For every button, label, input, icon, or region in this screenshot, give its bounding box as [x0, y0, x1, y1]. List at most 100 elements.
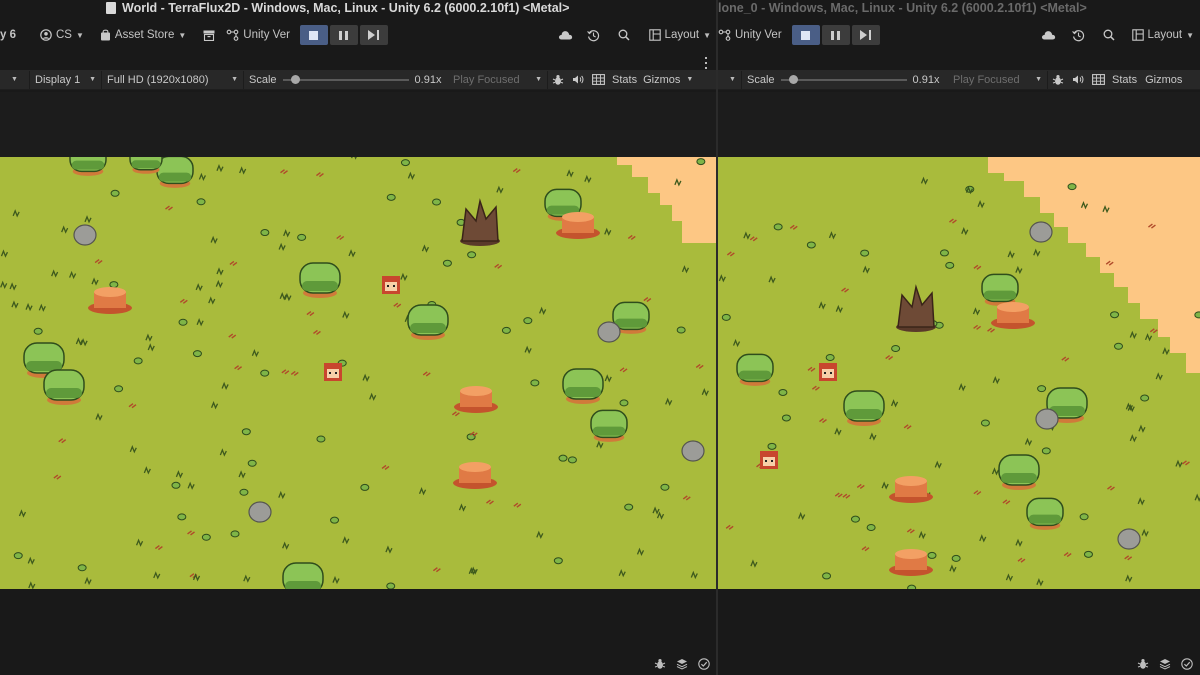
tree-sprite: [69, 157, 107, 176]
check-circle-icon[interactable]: [1180, 657, 1194, 671]
document-icon: [106, 2, 116, 14]
bug-toggle[interactable]: [1048, 71, 1068, 89]
stats-button[interactable]: Stats: [1108, 74, 1141, 86]
scale-slider-knob[interactable]: [291, 74, 301, 84]
play-mode-label: Play Focused: [453, 73, 520, 86]
cloud-button[interactable]: [1038, 25, 1060, 45]
rock-sprite: [1035, 408, 1059, 430]
package-manager-button[interactable]: [198, 25, 220, 45]
tree-sprite: [981, 273, 1019, 306]
tree-sprite: [590, 409, 628, 442]
game-scene[interactable]: [718, 157, 1200, 589]
stack-icon[interactable]: [1158, 657, 1172, 671]
rock-sprite: [73, 224, 97, 246]
history-button[interactable]: [1068, 25, 1090, 45]
account-dropdown[interactable]: CS ▼: [34, 24, 90, 46]
game-view[interactable]: [0, 92, 717, 589]
step-button[interactable]: [851, 25, 880, 45]
more-icon[interactable]: [703, 57, 709, 69]
version-control-dropdown[interactable]: Unity Ver: [220, 24, 296, 46]
tree-sprite: [43, 369, 85, 405]
editor-window-main: World - TerraFlux2D - Windows, Mac, Linu…: [0, 0, 717, 675]
scale-label: Scale: [249, 73, 277, 86]
step-button[interactable]: [359, 25, 388, 45]
player-sprite: [382, 276, 400, 294]
audio-toggle[interactable]: [1068, 71, 1088, 89]
bug-toggle[interactable]: [548, 71, 568, 89]
asset-store-label: Asset Store: [114, 29, 175, 41]
grid-toggle[interactable]: [588, 71, 608, 89]
scene-canvas: [0, 157, 717, 589]
search-button[interactable]: [613, 25, 635, 45]
chevron-down-icon: ▼: [75, 30, 84, 40]
gizmos-button[interactable]: Gizmos: [1141, 74, 1186, 86]
bug-icon[interactable]: [653, 657, 667, 671]
play-mode-dropdown[interactable]: Play Focused ▼: [448, 70, 548, 89]
game-scene[interactable]: [0, 157, 717, 589]
scale-slider[interactable]: [780, 74, 907, 84]
resolution-dropdown[interactable]: Full HD (1920x1080) ▼: [102, 70, 244, 89]
stats-button[interactable]: Stats: [608, 74, 641, 86]
history-icon: [1072, 29, 1085, 41]
bug-icon: [1052, 74, 1064, 85]
scale-slider-knob[interactable]: [789, 74, 799, 84]
window-title: lone_0 - Windows, Mac, Linux - Unity 6.2…: [718, 1, 1087, 15]
cloud-icon: [1042, 31, 1056, 40]
window-title: World - TerraFlux2D - Windows, Mac, Linu…: [122, 1, 570, 15]
resolution-dropdown[interactable]: ▼: [718, 70, 742, 89]
layout-dropdown[interactable]: Layout ▼: [643, 24, 717, 46]
stack-icon[interactable]: [675, 657, 689, 671]
player-sprite: [324, 363, 342, 381]
version-control-dropdown[interactable]: Unity Ver: [718, 24, 788, 46]
stump-sprite: [453, 462, 497, 489]
pause-button[interactable]: [329, 25, 358, 45]
package-icon: [203, 30, 215, 41]
display-dropdown[interactable]: Display 1 ▼: [30, 70, 102, 89]
pause-button[interactable]: [821, 25, 850, 45]
gizmos-dropdown[interactable]: Gizmos ▼: [641, 71, 698, 89]
search-button[interactable]: [1098, 25, 1120, 45]
grid-icon: [1091, 74, 1105, 85]
game-view-toolbar: ▼ Display 1 ▼ Full HD (1920x1080) ▼ Scal…: [0, 70, 717, 90]
window-title-bar: lone_0 - Windows, Mac, Linux - Unity 6.2…: [718, 0, 1200, 16]
bug-icon[interactable]: [1136, 657, 1150, 671]
shopping-bag-icon: [100, 29, 110, 41]
stump-sprite: [889, 549, 933, 576]
audio-icon: [1073, 75, 1084, 84]
stop-button[interactable]: [299, 25, 328, 45]
asset-store-dropdown[interactable]: Asset Store ▼: [94, 24, 192, 46]
tree-sprite: [562, 368, 604, 404]
main-toolbar: Unity Ver Layout ▼: [718, 22, 1200, 48]
rock-sprite: [597, 321, 621, 343]
check-circle-icon[interactable]: [697, 657, 711, 671]
step-icon: [860, 30, 868, 40]
status-bar: [0, 652, 717, 675]
history-icon: [587, 29, 600, 41]
audio-toggle[interactable]: [568, 71, 588, 89]
sand-area: [617, 157, 717, 243]
scale-slider[interactable]: [282, 74, 409, 84]
game-view-dropdown[interactable]: ▼: [0, 70, 30, 89]
history-button[interactable]: [583, 25, 605, 45]
chevron-down-icon: ▼: [89, 76, 96, 83]
step-icon: [368, 30, 376, 40]
layout-dropdown[interactable]: Layout ▼: [1126, 24, 1200, 46]
chevron-down-icon: ▼: [729, 76, 736, 83]
search-icon: [1103, 29, 1115, 41]
play-mode-dropdown[interactable]: Play Focused ▼: [948, 70, 1048, 89]
chevron-down-icon: ▼: [703, 30, 711, 40]
grid-icon: [591, 74, 605, 85]
stop-button[interactable]: [791, 25, 820, 45]
dead-tree-sprite: [896, 284, 936, 332]
game-view[interactable]: [718, 92, 1200, 589]
stump-sprite: [88, 287, 132, 314]
scale-value: 0.91x: [414, 73, 442, 86]
layout-label: Layout: [1147, 29, 1183, 41]
scene-canvas: [718, 157, 1200, 589]
dead-tree-sprite: [460, 198, 500, 246]
cloud-button[interactable]: [555, 25, 577, 45]
status-bar: [718, 652, 1200, 675]
scale-control: Scale 0.91x: [742, 71, 948, 89]
chevron-down-icon: ▼: [686, 76, 694, 83]
grid-toggle[interactable]: [1088, 71, 1108, 89]
